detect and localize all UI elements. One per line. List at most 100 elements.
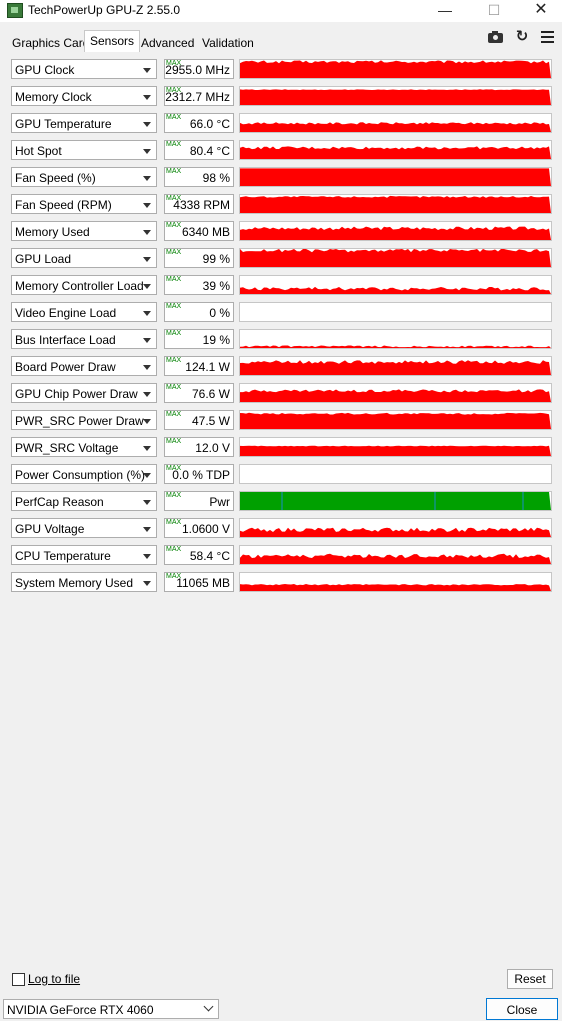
sensor-value-box[interactable]: MAX 58.4 °C [164,545,234,565]
sensor-row: PerfCap Reason MAX Pwr [5,491,557,513]
gpu-select-dropdown[interactable]: NVIDIA GeForce RTX 4060 [3,999,219,1019]
maximize-button[interactable]: ☐ [471,0,517,22]
sensor-value-box[interactable]: MAX 19 % [164,329,234,349]
sensor-label: Memory Controller Load [15,279,144,293]
graph-area [240,360,551,375]
sensor-select[interactable]: GPU Chip Power Draw [11,383,157,403]
tab-advanced[interactable]: Advanced [135,33,200,54]
sensor-select[interactable]: Bus Interface Load [11,329,157,349]
sensor-select[interactable]: System Memory Used [11,572,157,592]
hamburger-menu-icon[interactable] [539,29,557,45]
close-window-button[interactable]: ✕ [518,0,562,22]
minimize-button[interactable]: — [422,0,468,22]
sensor-value-box[interactable]: MAX 0 % [164,302,234,322]
sensor-value-box[interactable]: MAX 11065 MB [164,572,234,592]
sensor-select[interactable]: PWR_SRC Voltage [11,437,157,457]
sensor-label: GPU Chip Power Draw [15,387,138,401]
sensor-select[interactable]: Video Engine Load [11,302,157,322]
max-indicator: MAX [166,222,182,229]
sensor-select[interactable]: Memory Controller Load [11,275,157,295]
graph-area [240,527,551,537]
sensor-select[interactable]: GPU Clock [11,59,157,79]
sensor-select[interactable]: GPU Voltage [11,518,157,538]
sensor-value: 0 % [209,306,230,320]
dropdown-arrow-icon [143,554,151,559]
sensor-value-box[interactable]: MAX 47.5 W [164,410,234,430]
reset-button[interactable]: Reset [507,969,553,989]
sensor-value: 47.5 W [191,414,230,428]
sensor-label: PWR_SRC Voltage [15,441,119,455]
sensor-graph [239,545,552,565]
sensor-value-box[interactable]: MAX 124.1 W [164,356,234,376]
sensor-select[interactable]: Fan Speed (RPM) [11,194,157,214]
sensor-select[interactable]: PWR_SRC Power Draw [11,410,157,430]
sensor-row: Fan Speed (%) MAX 98 % [5,167,557,189]
camera-icon[interactable] [487,29,505,45]
graph-area [240,553,551,564]
sensor-panel: GPU Clock MAX 2955.0 MHz Memory Clock MAX 231… [5,52,557,997]
sensor-select[interactable]: Memory Used [11,221,157,241]
sensor-row: Memory Used MAX 6340 MB [5,221,557,243]
sensor-select[interactable]: GPU Load [11,248,157,268]
log-to-file-checkbox[interactable] [12,973,25,986]
sensor-select[interactable]: PerfCap Reason [11,491,157,511]
sensor-value-box[interactable]: MAX 76.6 W [164,383,234,403]
sensor-graph [239,329,552,349]
sensor-value: 99 % [202,252,230,266]
sensor-value: 6340 MB [181,225,230,239]
sensor-graph [239,248,552,268]
sensor-graph [239,221,552,241]
sensor-value-box[interactable]: MAX 99 % [164,248,234,268]
sensor-value-box[interactable]: MAX 6340 MB [164,221,234,241]
sensor-label: GPU Clock [15,63,75,77]
max-indicator: MAX [166,249,182,256]
sensor-value-box[interactable]: MAX 2312.7 MHz [164,86,234,106]
sensor-value-box[interactable]: MAX 66.0 °C [164,113,234,133]
graph-area [240,249,551,267]
sensor-value-box[interactable]: MAX 1.0600 V [164,518,234,538]
sensor-select[interactable]: Hot Spot [11,140,157,160]
graph-area [240,146,551,159]
sensor-value-box[interactable]: MAX 39 % [164,275,234,295]
sensor-value-box[interactable]: MAX 80.4 °C [164,140,234,160]
graph-area [240,412,551,429]
sensor-value-box[interactable]: MAX 12.0 V [164,437,234,457]
sensor-select[interactable]: GPU Temperature [11,113,157,133]
dropdown-arrow-icon [143,176,151,181]
sensor-select[interactable]: Power Consumption (%) [11,464,157,484]
sensor-value: 76.6 W [191,387,230,401]
sensor-row: GPU Temperature MAX 66.0 °C [5,113,557,135]
max-indicator: MAX [166,330,182,337]
sensor-value: 39 % [202,279,230,293]
close-button[interactable]: Close [486,998,558,1020]
chevron-down-icon [203,1001,214,1012]
sensor-graph [239,140,552,160]
sensor-value: 0.0 % TDP [172,468,230,482]
sensor-select[interactable]: Fan Speed (%) [11,167,157,187]
sensor-value-box[interactable]: MAX 4338 RPM [164,194,234,214]
refresh-icon[interactable]: ↻ [513,29,531,45]
sensor-value: Pwr [209,495,230,509]
tab-sensors[interactable]: Sensors [84,30,141,53]
dropdown-arrow-icon [143,149,151,154]
sensor-row: System Memory Used MAX 11065 MB [5,572,557,594]
sensor-value: 12.0 V [195,441,230,455]
sensor-graph [239,59,552,79]
sensor-label: GPU Load [15,252,72,266]
tab-validation[interactable]: Validation [196,33,260,54]
sensor-value-box[interactable]: MAX Pwr [164,491,234,511]
sensor-value-box[interactable]: MAX 2955.0 MHz [164,59,234,79]
sensor-graph [239,410,552,430]
sensor-value-box[interactable]: MAX 0.0 % TDP [164,464,234,484]
sensor-value-box[interactable]: MAX 98 % [164,167,234,187]
sensor-select[interactable]: CPU Temperature [11,545,157,565]
tab-graphics-card[interactable]: Graphics Card [6,33,95,54]
max-indicator: MAX [166,168,182,175]
max-indicator: MAX [166,303,182,310]
sensor-graph [239,464,552,484]
sensor-label: Board Power Draw [15,360,116,374]
sensor-select[interactable]: Memory Clock [11,86,157,106]
sensor-select[interactable]: Board Power Draw [11,356,157,376]
sensor-graph [239,86,552,106]
log-to-file-label[interactable]: Log to file [28,972,80,986]
